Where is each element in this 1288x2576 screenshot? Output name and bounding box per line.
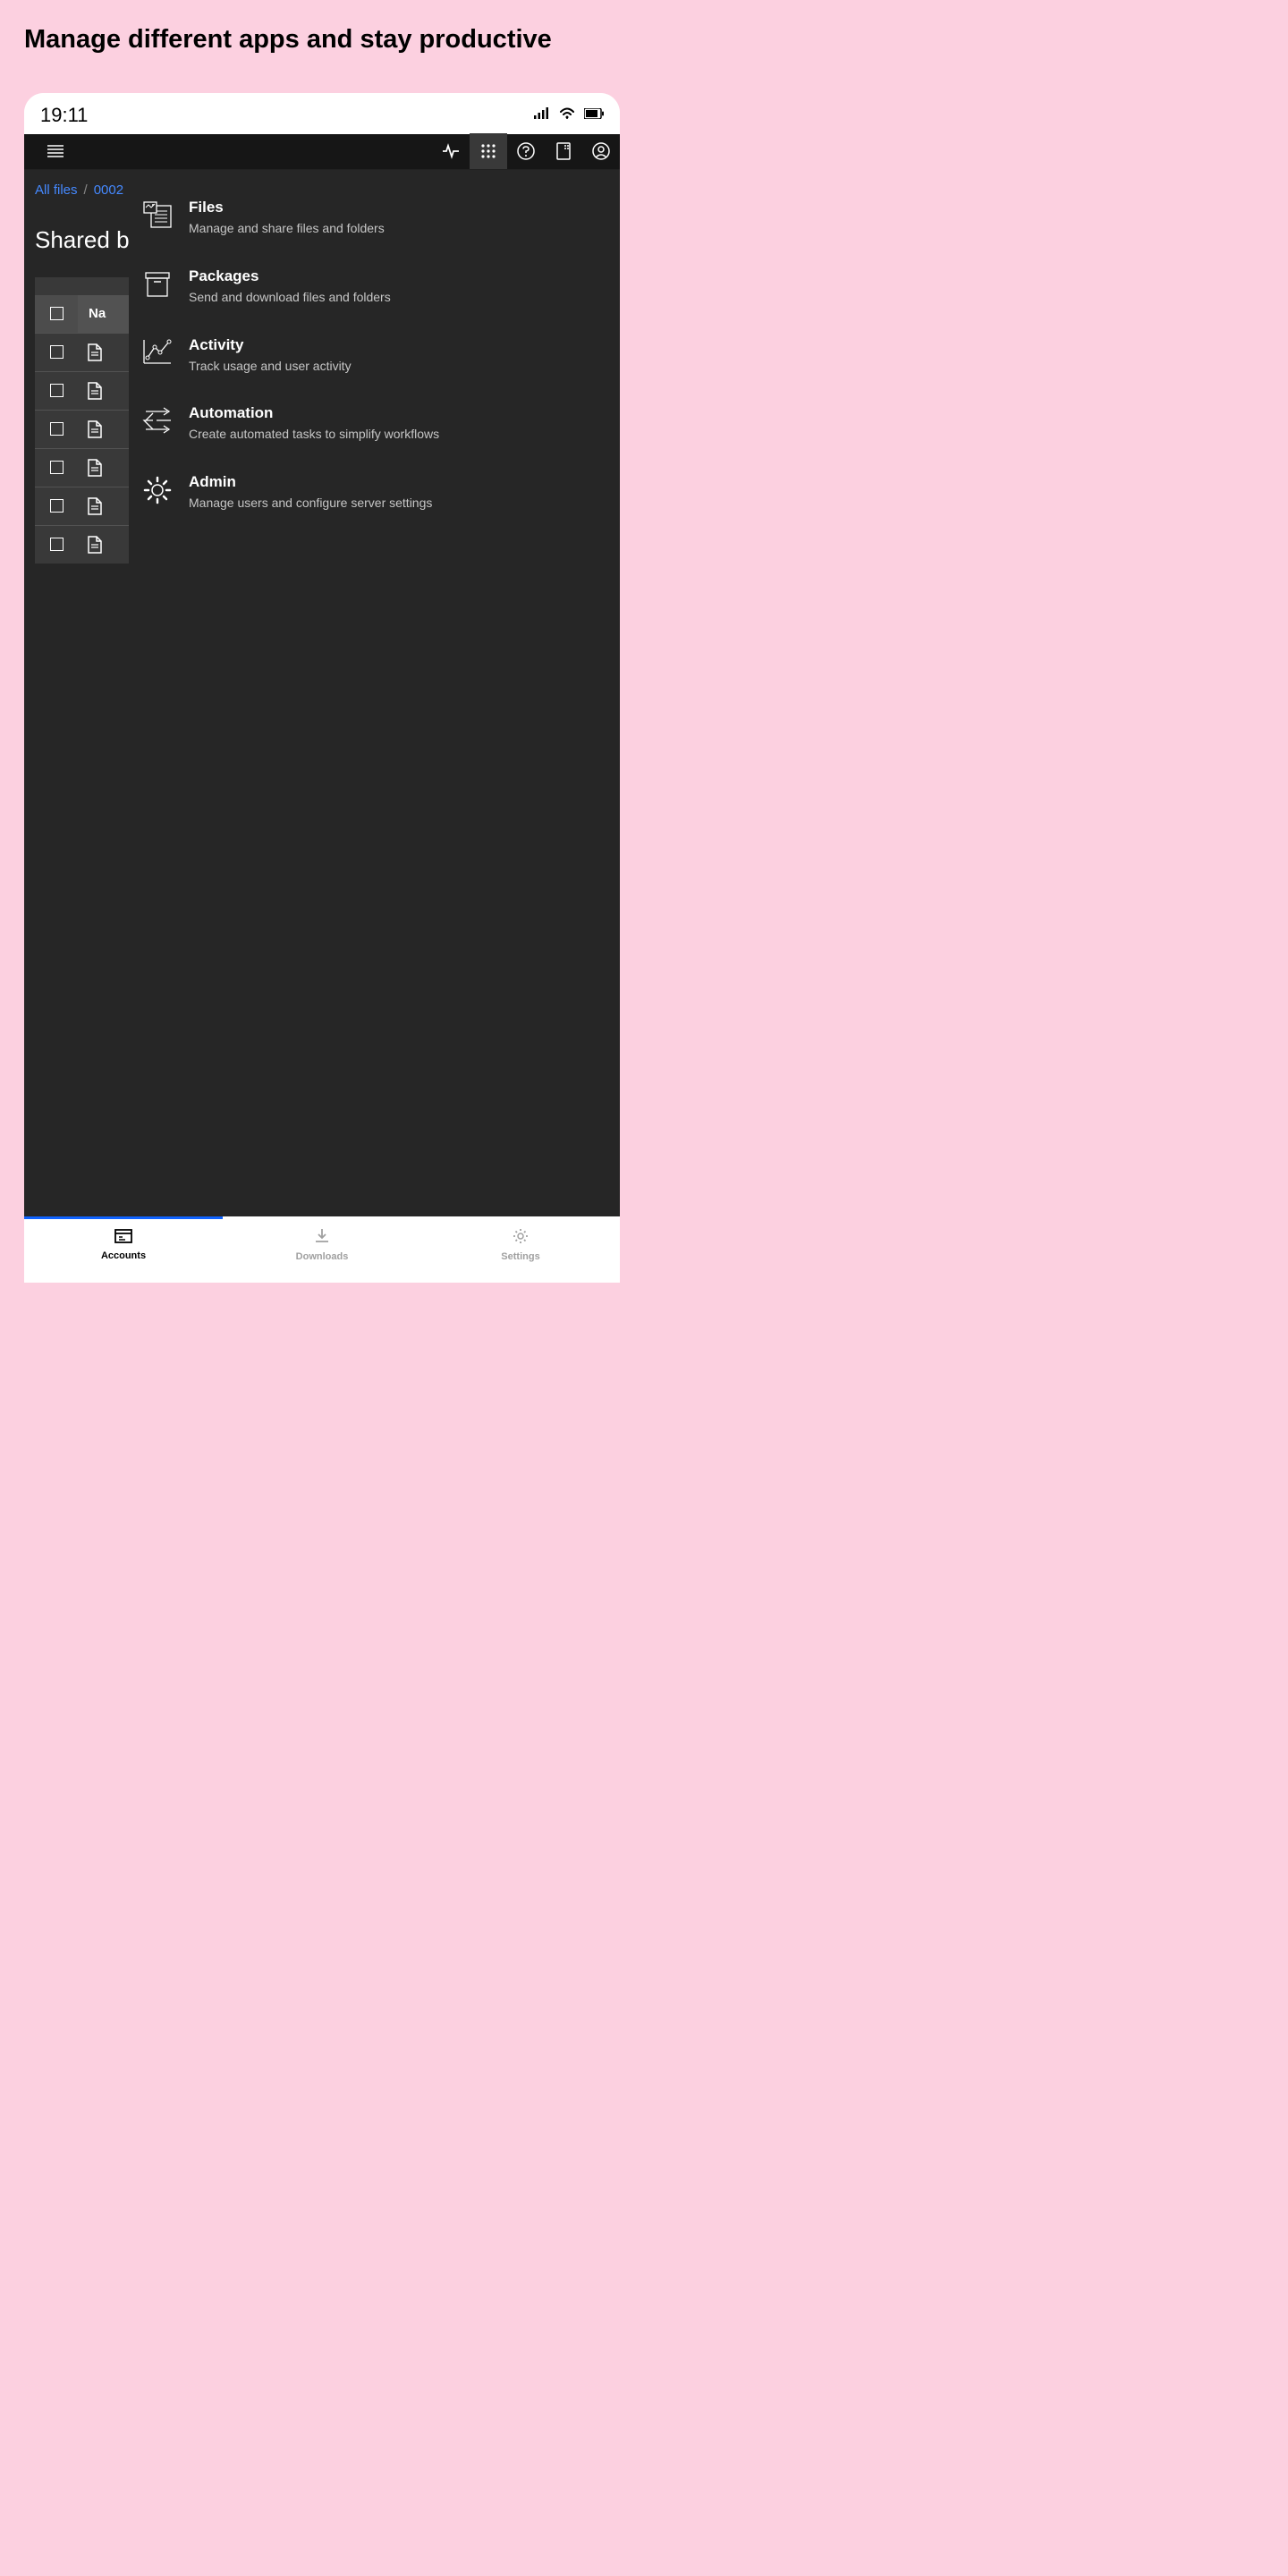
row-checkbox[interactable] [35, 384, 78, 397]
file-icon [78, 459, 112, 477]
checkbox-icon [50, 307, 64, 320]
select-all-cell[interactable] [35, 295, 78, 333]
file-icon [78, 536, 112, 554]
breadcrumb-link-1[interactable]: 0002 [94, 182, 123, 198]
file-icon [78, 382, 112, 400]
automation-icon [142, 404, 173, 443]
app-title: Admin [189, 473, 606, 491]
wifi-icon [559, 106, 575, 123]
nav-label: Settings [501, 1251, 539, 1262]
packages-icon [142, 267, 173, 306]
app-desc: Manage users and configure server settin… [189, 495, 606, 512]
accounts-icon [114, 1229, 132, 1248]
activity-icon [142, 336, 173, 375]
file-icon [78, 343, 112, 361]
app-item-admin[interactable]: Admin Manage users and configure server … [142, 462, 606, 531]
checkbox-icon [50, 345, 64, 359]
app-item-files[interactable]: Files Manage and share files and folders [142, 188, 606, 257]
nav-label: Accounts [101, 1250, 146, 1261]
account-button[interactable] [582, 133, 620, 169]
help-button[interactable] [507, 133, 545, 169]
phone-frame: 19:11 [24, 93, 620, 1283]
app-item-automation[interactable]: Automation Create automated tasks to sim… [142, 394, 606, 462]
row-checkbox[interactable] [35, 345, 78, 359]
settings-icon [513, 1228, 529, 1249]
row-checkbox[interactable] [35, 461, 78, 474]
apps-panel: Files Manage and share files and folders… [129, 170, 620, 1216]
file-icon [78, 497, 112, 515]
apps-grid-button[interactable] [470, 133, 507, 169]
status-icons [534, 106, 604, 123]
checkbox-icon [50, 384, 64, 397]
nav-settings[interactable]: Settings [421, 1216, 620, 1268]
status-time: 19:11 [40, 104, 88, 127]
nav-accounts[interactable]: Accounts [24, 1216, 223, 1268]
app-desc: Send and download files and folders [189, 289, 606, 306]
app-item-activity[interactable]: Activity Track usage and user activity [142, 326, 606, 394]
nav-label: Downloads [296, 1251, 349, 1262]
file-icon [78, 420, 112, 438]
checkbox-icon [50, 422, 64, 436]
breadcrumb-sep: / [84, 182, 88, 198]
activity-pulse-button[interactable] [432, 133, 470, 169]
app-title: Packages [189, 267, 606, 285]
nav-downloads[interactable]: Downloads [223, 1216, 421, 1268]
row-checkbox[interactable] [35, 499, 78, 513]
hamburger-menu-button[interactable] [37, 133, 74, 169]
status-bar: 19:11 [24, 93, 620, 134]
app-title: Files [189, 199, 606, 216]
downloads-icon [314, 1228, 330, 1249]
files-icon [142, 199, 173, 237]
app-title: Activity [189, 336, 606, 354]
checkbox-icon [50, 461, 64, 474]
admin-icon [142, 473, 173, 512]
row-checkbox[interactable] [35, 538, 78, 551]
promo-title: Manage different apps and stay productiv… [0, 0, 644, 55]
app-item-packages[interactable]: Packages Send and download files and fol… [142, 257, 606, 326]
app-desc: Create automated tasks to simplify workf… [189, 426, 606, 443]
app-title: Automation [189, 404, 606, 422]
checkbox-icon [50, 499, 64, 513]
top-bar [24, 134, 620, 170]
device-button[interactable] [545, 133, 582, 169]
bottom-nav: Accounts Downloads Settings [24, 1216, 620, 1268]
app-desc: Track usage and user activity [189, 358, 606, 375]
app-area: All files / 0002 / Shared by Na 32 [24, 134, 620, 1216]
app-desc: Manage and share files and folders [189, 220, 606, 237]
active-tab-indicator [24, 1216, 223, 1219]
battery-icon [584, 107, 604, 123]
breadcrumb-link-0[interactable]: All files [35, 182, 78, 198]
cellular-icon [534, 106, 550, 123]
row-checkbox[interactable] [35, 422, 78, 436]
checkbox-icon [50, 538, 64, 551]
